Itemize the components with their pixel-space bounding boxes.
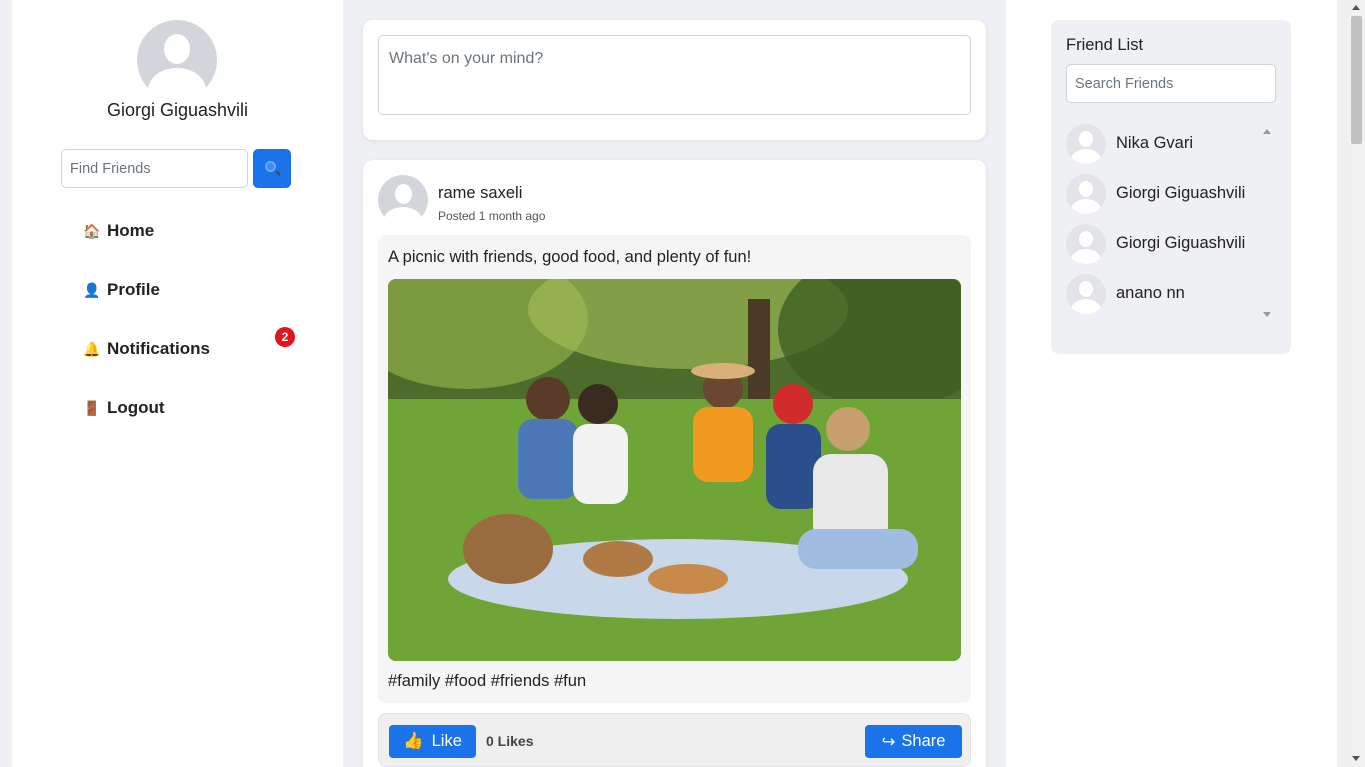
post-timestamp: Posted 1 month ago <box>438 209 546 223</box>
like-button[interactable]: 👍 Like <box>389 725 476 758</box>
scroll-up-arrow-icon[interactable] <box>1352 5 1360 10</box>
profile-avatar[interactable] <box>137 20 217 100</box>
nav-logout-label: Logout <box>107 398 165 417</box>
avatar-head-shape <box>1079 131 1093 147</box>
nav-home[interactable]: 🏠 Home <box>83 219 154 243</box>
friend-name: Nika Gvari <box>1116 134 1194 152</box>
home-icon: 🏠 <box>83 222 101 239</box>
likes-count: 0 Likes <box>486 733 534 749</box>
friend-name: anano nn <box>1116 284 1185 302</box>
share-icon: ↪ <box>881 732 896 751</box>
search-icon <box>265 161 276 172</box>
post-composer <box>363 20 986 140</box>
friend-list-title: Friend List <box>1066 36 1144 54</box>
friend-name: Giorgi Giguashvili <box>1116 184 1246 202</box>
avatar-body-shape <box>384 207 422 225</box>
avatar-head-shape <box>1079 231 1093 247</box>
nav-logout[interactable]: 🚪 Logout <box>83 396 165 420</box>
friend-avatar <box>1066 124 1106 164</box>
friend-list-item[interactable]: Giorgi Giguashvili <box>1066 174 1266 214</box>
right-sidebar: Friend List Nika Gvari Giorgi Giguashvil… <box>1006 0 1337 767</box>
nav-notifications-label: Notifications <box>107 339 210 358</box>
left-sidebar: Giorgi Giguashvili 🏠 Home 👤 Profile 🔔 No… <box>12 0 343 767</box>
friend-list-card: Friend List Nika Gvari Giorgi Giguashvil… <box>1051 20 1291 354</box>
avatar-body-shape <box>1071 149 1101 164</box>
friend-list-scrollbar[interactable] <box>1261 124 1273 322</box>
sidebar-user-name[interactable]: Giorgi Giguashvili <box>12 100 343 121</box>
scroll-down-arrow-icon[interactable] <box>1352 756 1360 761</box>
nav-profile-label: Profile <box>107 280 160 299</box>
friend-avatar <box>1066 274 1106 314</box>
friend-avatar <box>1066 174 1106 214</box>
avatar-body-shape <box>1071 299 1101 314</box>
post-action-bar: 👍 Like 0 Likes ↪ Share <box>378 713 971 767</box>
page-scrollbar-thumb[interactable] <box>1351 16 1362 144</box>
post-hashtags: #family #food #friends #fun <box>388 672 587 690</box>
post-author-avatar[interactable] <box>378 175 428 225</box>
share-button[interactable]: ↪ Share <box>865 725 962 758</box>
user-icon: 👤 <box>83 281 101 298</box>
search-friends-input[interactable] <box>1066 64 1276 103</box>
nav-home-label: Home <box>107 221 155 240</box>
post-content: A picnic with friends, good food, and pl… <box>378 235 971 703</box>
friend-avatar <box>1066 224 1106 264</box>
page-scrollbar[interactable] <box>1348 0 1365 767</box>
friend-list[interactable]: Nika Gvari Giorgi Giguashvili Giorgi Gig… <box>1066 124 1276 324</box>
scroll-up-arrow-icon[interactable] <box>1263 129 1271 134</box>
post-author-name[interactable]: rame saxeli <box>438 184 522 203</box>
avatar-head-shape <box>164 34 190 64</box>
share-button-label: Share <box>901 732 946 750</box>
thumbs-up-icon: 👍 <box>403 732 424 750</box>
post-caption: A picnic with friends, good food, and pl… <box>388 248 752 266</box>
friend-list-item[interactable]: Giorgi Giguashvili <box>1066 224 1266 264</box>
friend-name: Giorgi Giguashvili <box>1116 234 1246 252</box>
door-icon: 🚪 <box>83 399 101 416</box>
avatar-head-shape <box>1079 181 1093 197</box>
picnic-photo-illustration <box>388 279 961 661</box>
avatar-head-shape <box>1079 281 1093 297</box>
search-icon-handle <box>275 170 281 176</box>
find-friends-input[interactable] <box>61 149 248 188</box>
friend-list-item[interactable]: Nika Gvari <box>1066 124 1266 164</box>
nav-notifications[interactable]: 🔔 Notifications <box>83 337 210 361</box>
find-friends-button[interactable] <box>253 149 291 188</box>
scroll-down-arrow-icon[interactable] <box>1263 312 1271 317</box>
post-composer-input[interactable] <box>378 35 971 115</box>
notifications-badge: 2 <box>275 327 295 347</box>
friend-list-item[interactable]: anano nn <box>1066 274 1266 314</box>
post-photo[interactable] <box>388 279 961 661</box>
avatar-body-shape <box>1071 249 1101 264</box>
avatar-body-shape <box>1071 199 1101 214</box>
post-card: rame saxeli Posted 1 month ago A picnic … <box>363 160 986 767</box>
bell-icon: 🔔 <box>83 340 101 357</box>
avatar-body-shape <box>148 68 206 100</box>
like-button-label: Like <box>431 732 462 750</box>
nav-profile[interactable]: 👤 Profile <box>83 278 160 302</box>
avatar-head-shape <box>395 184 412 204</box>
